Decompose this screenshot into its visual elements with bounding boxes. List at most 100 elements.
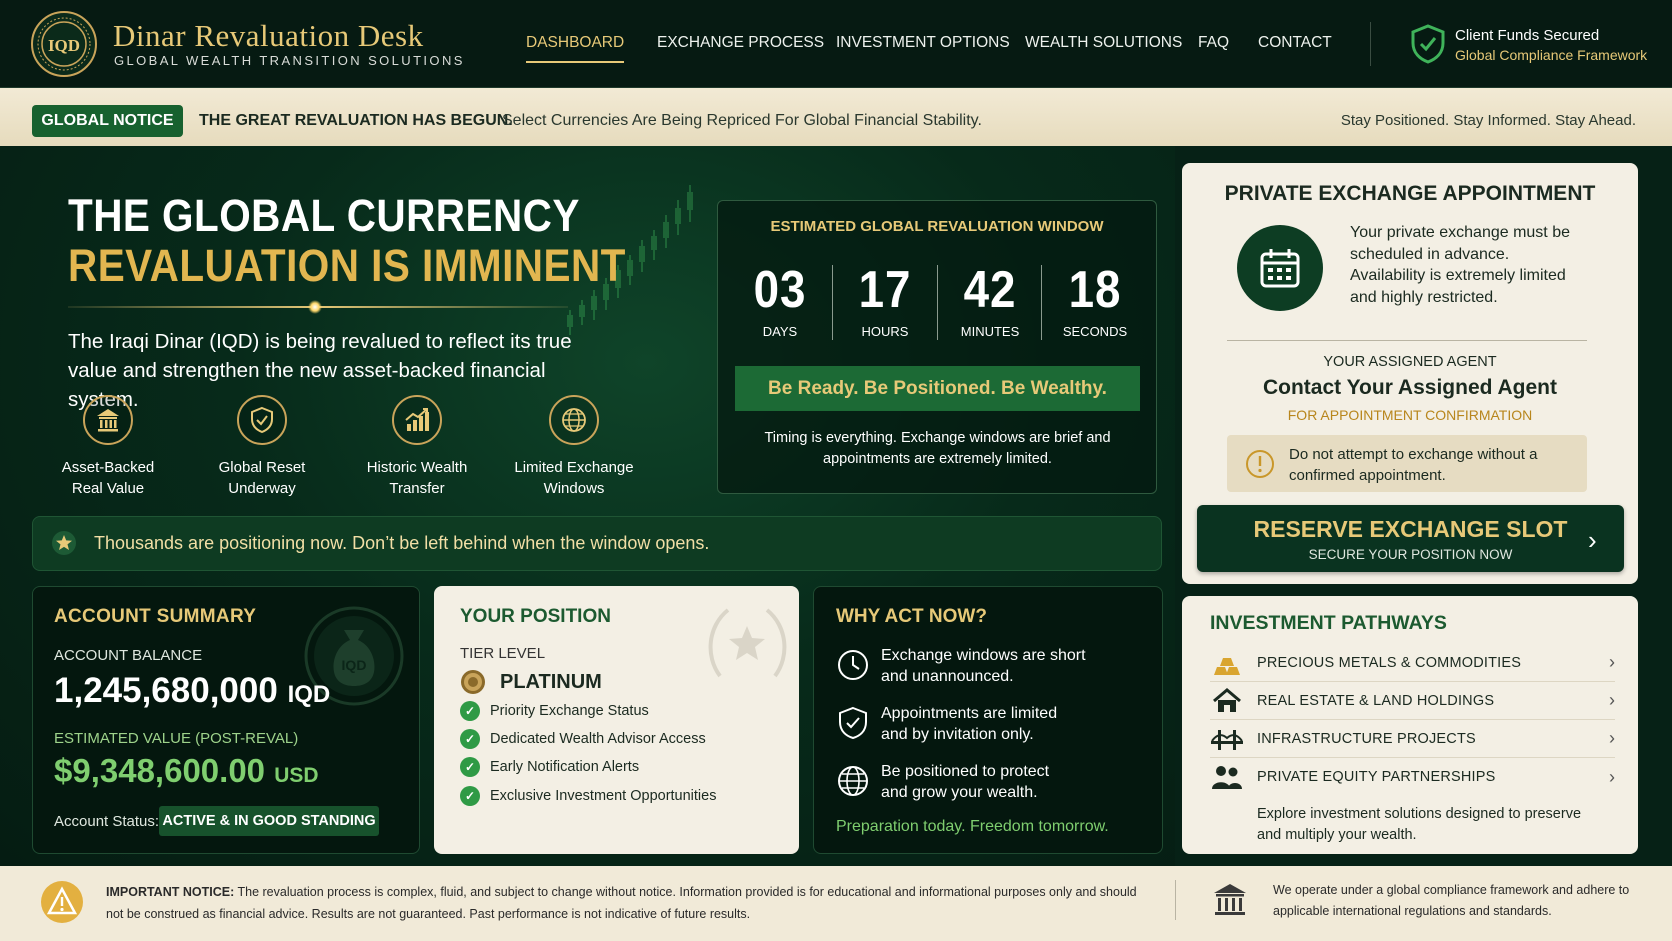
pathway-label[interactable]: INFRASTRUCTURE PROJECTS: [1257, 731, 1609, 747]
pathway-label[interactable]: PRECIOUS METALS & COMMODITIES: [1257, 655, 1609, 671]
security-line2: Global Compliance Framework: [1455, 47, 1648, 63]
bank-icon: [1210, 880, 1250, 920]
global-notice-badge: GLOBAL NOTICE: [32, 105, 183, 137]
footer-divider: [1175, 880, 1176, 920]
gold-bars-icon: [1210, 650, 1244, 676]
tier-level-label: TIER LEVEL: [460, 645, 546, 662]
countdown-label: DAYS: [762, 324, 798, 339]
warning-triangle-icon: [40, 880, 84, 924]
countdown-value: 17: [858, 261, 912, 319]
nav-exchange-process[interactable]: EXCHANGE PROCESS: [657, 34, 824, 52]
bank-icon: [83, 395, 133, 445]
chevron-right-icon[interactable]: ›: [1588, 525, 1597, 556]
estimated-value: $9,348,600.00 USD: [54, 752, 319, 790]
pathway-label[interactable]: PRIVATE EQUITY PARTNERSHIPS: [1257, 769, 1609, 785]
globe-icon: [549, 395, 599, 445]
laurel-wreath-icon: [700, 596, 795, 691]
nav-wealth-solutions[interactable]: WEALTH SOLUTIONS: [1025, 34, 1182, 52]
investment-pathways-title: INVESTMENT PATHWAYS: [1210, 612, 1447, 634]
benefit-item: ✓ Dedicated Wealth Advisor Access: [460, 729, 706, 749]
countdown-days: 03 DAYS: [730, 260, 830, 339]
appointment-title: PRIVATE EXCHANGE APPOINTMENT: [1224, 182, 1596, 205]
countdown-label: SECONDS: [1062, 324, 1128, 339]
iqd-logo[interactable]: IQD: [30, 10, 98, 78]
chevron-right-icon[interactable]: ›: [1609, 652, 1615, 673]
why-item: Exchange windows are short and unannounce…: [881, 645, 1086, 687]
countdown-divider: [832, 265, 833, 340]
tier-value: PLATINUM: [500, 671, 602, 693]
house-icon: [1210, 687, 1244, 714]
benefit-label: Early Notification Alerts: [490, 759, 640, 775]
globe-icon: [836, 764, 870, 798]
pathways-footer: Explore investment solutions designed to…: [1257, 806, 1582, 843]
clock-icon: [836, 648, 870, 682]
notice-body: The revaluation process is complex, flui…: [106, 885, 1137, 921]
hero-sparkle: [308, 300, 322, 314]
nav-contact[interactable]: CONTACT: [1258, 34, 1332, 52]
check-icon: ✓: [460, 786, 480, 806]
countdown-seconds: 18 SECONDS: [1045, 260, 1145, 339]
benefit-item: ✓ Exclusive Investment Opportunities: [460, 786, 716, 806]
notice-tagline: Stay Positioned. Stay Informed. Stay Ahe…: [1340, 112, 1636, 129]
star-icon: [51, 530, 77, 556]
bridge-icon: [1210, 726, 1244, 752]
pathway-private-equity[interactable]: PRIVATE EQUITY PARTNERSHIPS ›: [1210, 758, 1615, 796]
logo-text: IQD: [48, 36, 80, 55]
contact-agent-title[interactable]: Contact Your Assigned Agent: [1182, 376, 1638, 400]
reserve-button-subtitle[interactable]: SECURE YOUR POSITION NOW: [1197, 547, 1624, 562]
pathway-infrastructure[interactable]: INFRASTRUCTURE PROJECTS ›: [1210, 720, 1615, 758]
shield-icon: [237, 395, 287, 445]
countdown-slogan: Be Ready. Be Positioned. Be Wealthy.: [735, 366, 1140, 411]
chevron-right-icon[interactable]: ›: [1609, 728, 1615, 749]
balance-unit: IQD: [287, 681, 331, 708]
feature-label: Underway: [228, 480, 296, 497]
pathway-label[interactable]: REAL ESTATE & LAND HOLDINGS: [1257, 693, 1609, 709]
why-item: Appointments are limited and by invitatio…: [881, 703, 1057, 745]
hero-title-line2: REVALUATION IS IMMINENT: [68, 240, 626, 291]
feature-label: Transfer: [389, 480, 445, 497]
nav-faq[interactable]: FAQ: [1198, 34, 1229, 52]
brand-subtitle: GLOBAL WEALTH TRANSITION SOLUTIONS: [114, 53, 465, 68]
countdown-label: HOURS: [861, 324, 909, 339]
your-position-title: YOUR POSITION: [460, 606, 611, 627]
countdown-label: MINUTES: [960, 324, 1020, 339]
security-line1: Client Funds Secured: [1455, 27, 1600, 44]
check-icon: ✓: [460, 729, 480, 749]
countdown-value: 42: [963, 261, 1017, 319]
medal-icon: [460, 669, 486, 695]
notice-text: Select Currencies Are Being Repriced For…: [502, 112, 982, 129]
feature-limited-windows: Limited Exchange Windows: [504, 395, 644, 499]
account-status-label: Account Status:: [54, 813, 160, 830]
feature-label: Windows: [543, 480, 605, 497]
countdown-value: 18: [1068, 261, 1122, 319]
notice-headline: THE GREAT REVALUATION HAS BEGUN.: [199, 112, 513, 129]
pathway-real-estate[interactable]: REAL ESTATE & LAND HOLDINGS ›: [1210, 682, 1615, 720]
people-icon: [1210, 764, 1244, 790]
brand-title: Dinar Revaluation Desk: [113, 18, 424, 53]
estimated-amount: $9,348,600.00: [54, 752, 266, 789]
warning-icon: [1245, 449, 1275, 479]
check-icon: ✓: [460, 701, 480, 721]
why-act-now-title: WHY ACT NOW?: [836, 606, 987, 627]
why-footer: Preparation today. Freedom tomorrow.: [836, 818, 1109, 835]
feature-label: Limited Exchange: [514, 459, 634, 476]
account-summary-title: ACCOUNT SUMMARY: [54, 606, 257, 627]
chevron-right-icon[interactable]: ›: [1609, 690, 1615, 711]
agent-label: YOUR ASSIGNED AGENT: [1323, 354, 1497, 370]
reserve-button-title[interactable]: RESERVE EXCHANGE SLOT: [1197, 516, 1624, 543]
account-balance: 1,245,680,000 IQD: [54, 671, 330, 711]
appointment-divider: [1227, 340, 1587, 341]
shield-check-icon: [1410, 24, 1446, 64]
nav-dashboard[interactable]: DASHBOARD: [526, 34, 625, 63]
feature-label: Historic Wealth: [366, 459, 468, 476]
hero-title-line1: THE GLOBAL CURRENCY: [68, 190, 580, 241]
nav-investment-options[interactable]: INVESTMENT OPTIONS: [836, 34, 1010, 52]
positioning-text: Thousands are positioning now. Don’t be …: [94, 533, 710, 553]
growth-chart-icon: [392, 395, 442, 445]
benefit-item: ✓ Early Notification Alerts: [460, 757, 639, 777]
pathway-precious-metals[interactable]: PRECIOUS METALS & COMMODITIES ›: [1210, 644, 1615, 682]
warning-text: Do not attempt to exchange without a con…: [1289, 446, 1538, 484]
estimated-value-label: ESTIMATED VALUE (POST-REVAL): [54, 730, 299, 747]
feature-historic-wealth: Historic Wealth Transfer: [347, 395, 487, 499]
chevron-right-icon[interactable]: ›: [1609, 767, 1615, 788]
